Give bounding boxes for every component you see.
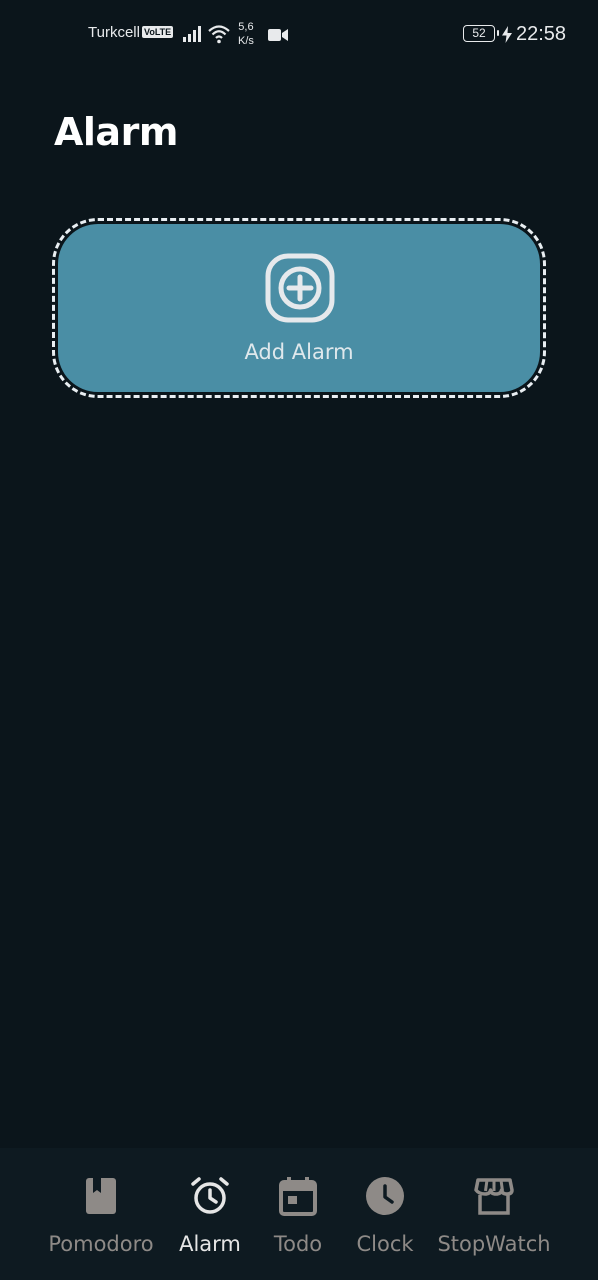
- status-time: 22:58: [516, 23, 567, 45]
- nav-label-todo: Todo: [273, 1232, 323, 1256]
- status-bar: Turkcell VoLTE 5,6 K/s 52 22:58: [0, 0, 598, 72]
- video-camera-icon: [268, 29, 288, 41]
- book-icon: [86, 1178, 116, 1214]
- nav-item-clock[interactable]: Clock: [348, 1148, 422, 1280]
- signal-icon: [183, 26, 201, 42]
- network-speed-value: 5,6: [238, 21, 254, 33]
- nav-label-alarm: Alarm: [179, 1232, 241, 1256]
- wifi-icon: [208, 25, 230, 44]
- nav-item-stopwatch[interactable]: StopWatch: [432, 1148, 556, 1280]
- add-alarm-label: Add Alarm: [244, 340, 354, 364]
- nav-label-pomodoro: Pomodoro: [48, 1232, 154, 1256]
- plus-square-icon: [265, 253, 335, 323]
- bottom-navigation: Pomodoro Alarm Todo Clock StopWatch: [0, 1148, 598, 1280]
- nav-label-clock: Clock: [356, 1232, 414, 1256]
- add-alarm-button[interactable]: Add Alarm: [52, 218, 546, 398]
- page-title: Alarm: [54, 110, 178, 154]
- store-icon: [474, 1178, 514, 1215]
- nav-item-todo[interactable]: Todo: [264, 1148, 332, 1280]
- charging-bolt-icon: [502, 26, 512, 43]
- nav-item-alarm[interactable]: Alarm: [170, 1148, 250, 1280]
- nav-label-stopwatch: StopWatch: [437, 1232, 551, 1256]
- add-alarm-card-body[interactable]: Add Alarm: [58, 224, 540, 392]
- battery-indicator: 52: [463, 25, 499, 42]
- nav-item-pomodoro[interactable]: Pomodoro: [40, 1148, 162, 1280]
- network-speed-unit: K/s: [238, 35, 254, 47]
- calendar-icon: [279, 1177, 317, 1216]
- alarm-clock-icon: [191, 1177, 229, 1214]
- carrier-name: Turkcell: [88, 24, 140, 41]
- clock-icon: [366, 1177, 404, 1215]
- network-speed: 5,6 K/s: [238, 20, 254, 48]
- volte-badge: VoLTE: [142, 26, 174, 38]
